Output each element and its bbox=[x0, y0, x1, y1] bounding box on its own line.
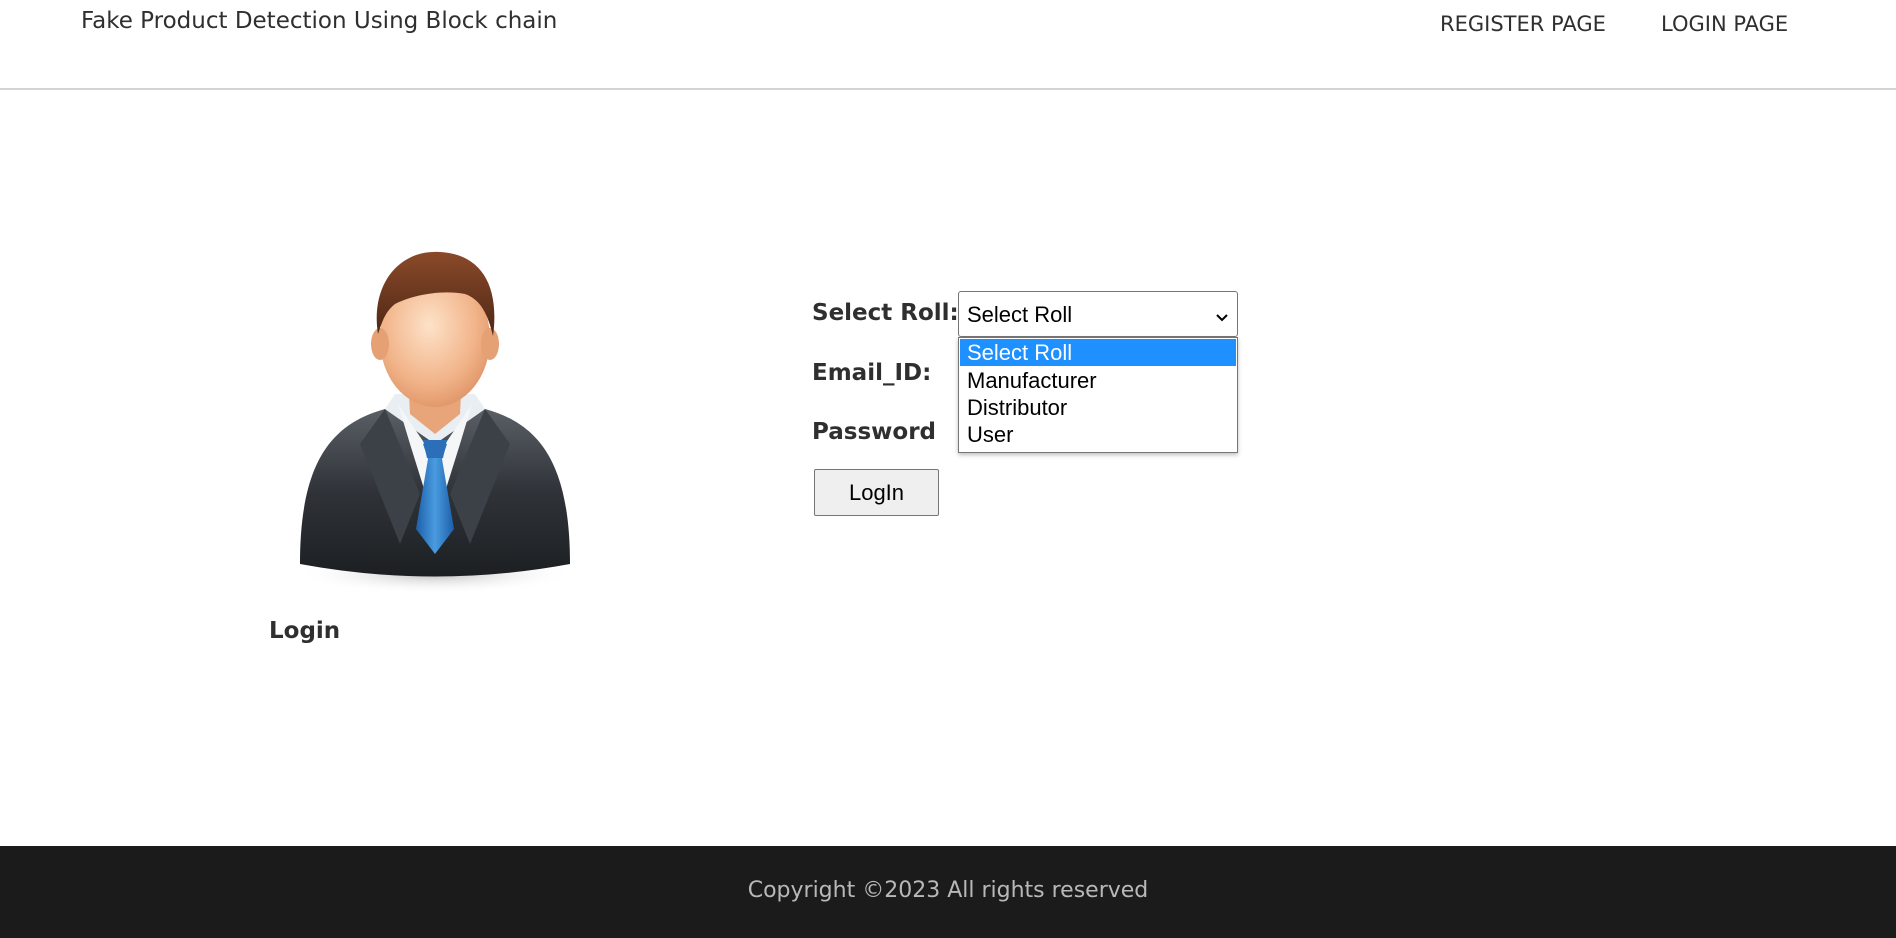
select-roll-label: Select Roll: bbox=[812, 300, 959, 326]
nav-register-link[interactable]: REGISTER PAGE bbox=[1440, 12, 1606, 36]
businessman-avatar-icon bbox=[290, 244, 580, 594]
option-select-roll[interactable]: Select Roll bbox=[960, 339, 1236, 366]
option-user[interactable]: User bbox=[960, 421, 1236, 448]
brand-title[interactable]: Fake Product Detection Using Block chain bbox=[81, 8, 557, 34]
footer: Copyright ©2023 All rights reserved bbox=[0, 846, 1896, 938]
option-distributor[interactable]: Distributor bbox=[960, 394, 1236, 421]
chevron-down-icon bbox=[1215, 305, 1229, 322]
login-button[interactable]: LogIn bbox=[814, 469, 939, 516]
avatar-caption: Login bbox=[269, 618, 341, 644]
roll-select-value: Select Roll bbox=[967, 302, 1073, 327]
password-label: Password bbox=[812, 419, 936, 445]
copyright-text: Copyright ©2023 All rights reserved bbox=[747, 878, 1149, 903]
roll-select[interactable]: Select Roll bbox=[958, 291, 1238, 337]
roll-dropdown-list: Select Roll Manufacturer Distributor Use… bbox=[958, 337, 1238, 453]
nav-login-link[interactable]: LOGIN PAGE bbox=[1661, 12, 1788, 36]
top-header: Fake Product Detection Using Block chain… bbox=[0, 0, 1896, 90]
option-manufacturer[interactable]: Manufacturer bbox=[960, 367, 1236, 394]
login-page: Fake Product Detection Using Block chain… bbox=[0, 0, 1896, 938]
email-label: Email_ID: bbox=[812, 360, 932, 386]
